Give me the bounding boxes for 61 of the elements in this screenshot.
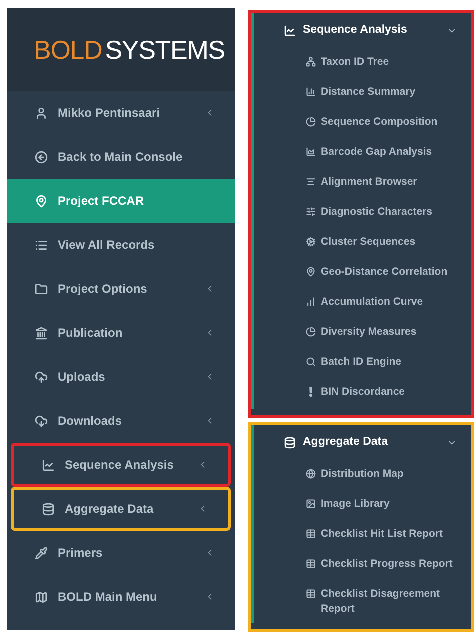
pie-chart-icon bbox=[306, 327, 316, 337]
submenu-item[interactable]: Checklist Disagreement Report bbox=[254, 581, 471, 623]
cloud-download-icon bbox=[35, 414, 48, 428]
submenu-item[interactable]: Diagnostic Characters bbox=[254, 199, 471, 229]
map-icon bbox=[35, 590, 48, 604]
sidebar-item[interactable]: BOLD Main Menu bbox=[7, 575, 235, 619]
sidebar-item[interactable]: Project Options bbox=[7, 267, 235, 311]
submenu-item[interactable]: Checklist Progress Report bbox=[254, 551, 471, 581]
bar-chart-icon bbox=[306, 87, 316, 97]
submenu-item[interactable]: BIN Discordance bbox=[254, 379, 471, 409]
database-icon bbox=[284, 437, 296, 449]
user-icon bbox=[35, 106, 48, 120]
submenu-item[interactable]: Alignment Browser bbox=[254, 169, 471, 199]
search-icon bbox=[306, 357, 316, 367]
line-chart-icon bbox=[42, 458, 55, 472]
submenu-item[interactable]: Cluster Sequences bbox=[254, 229, 471, 259]
submenu-header[interactable]: Sequence Analysis bbox=[254, 13, 471, 49]
submenu-item[interactable]: Sequence Composition bbox=[254, 109, 471, 139]
exclamation-icon bbox=[306, 387, 316, 397]
pie-chart-icon bbox=[306, 117, 316, 127]
table-icon bbox=[306, 529, 316, 539]
sidebar-item[interactable]: Aggregate Data bbox=[11, 487, 231, 531]
signal-bars-icon bbox=[306, 297, 316, 307]
sidebar-item[interactable]: Project FCCAR bbox=[7, 179, 235, 223]
map-pin-icon bbox=[35, 194, 48, 208]
submenu-item[interactable]: Barcode Gap Analysis bbox=[254, 139, 471, 169]
table-icon bbox=[306, 559, 316, 569]
pipette-icon bbox=[35, 546, 48, 560]
area-chart-icon bbox=[306, 147, 316, 157]
sliders-icon bbox=[306, 207, 316, 217]
submenu-item[interactable]: Geo-Distance Correlation bbox=[254, 259, 471, 289]
tree-icon bbox=[306, 57, 316, 67]
sidebar-item[interactable]: Sequence Analysis bbox=[11, 443, 231, 487]
align-icon bbox=[306, 177, 316, 187]
submenu-item[interactable]: Diversity Measures bbox=[254, 319, 471, 349]
submenu-item[interactable]: Distance Summary bbox=[254, 79, 471, 109]
database-icon bbox=[42, 502, 55, 516]
sidebar-item[interactable]: Primers bbox=[7, 531, 235, 575]
submenu-item[interactable]: Taxon ID Tree bbox=[254, 49, 471, 79]
submenu-item[interactable]: Batch ID Engine bbox=[254, 349, 471, 379]
submenu-item[interactable]: Image Library bbox=[254, 491, 471, 521]
list-icon bbox=[35, 238, 48, 252]
bank-building-icon bbox=[35, 326, 48, 340]
table-icon bbox=[306, 589, 316, 599]
line-chart-icon bbox=[284, 25, 296, 37]
logo[interactable]: BOLDSYSTEMS bbox=[34, 36, 225, 62]
map-pin-icon bbox=[306, 267, 316, 277]
sidebar-item[interactable]: Mikko Pentinsaari bbox=[7, 91, 235, 135]
cloud-upload-icon bbox=[35, 370, 48, 384]
submenu-item[interactable]: Distribution Map bbox=[254, 461, 471, 491]
folder-icon bbox=[35, 282, 48, 296]
image-icon bbox=[306, 499, 316, 509]
submenu-item[interactable]: Checklist Hit List Report bbox=[254, 521, 471, 551]
sidebar-item[interactable]: Uploads bbox=[7, 355, 235, 399]
sidebar-item[interactable]: Publication bbox=[7, 311, 235, 355]
sidebar-item[interactable]: Downloads bbox=[7, 399, 235, 443]
sidebar-item[interactable]: View All Records bbox=[7, 223, 235, 267]
submenu-item[interactable]: Accumulation Curve bbox=[254, 289, 471, 319]
sidebar-item[interactable]: Back to Main Console bbox=[7, 135, 235, 179]
globe-icon bbox=[306, 469, 316, 479]
submenu-header[interactable]: Aggregate Data bbox=[254, 425, 471, 461]
